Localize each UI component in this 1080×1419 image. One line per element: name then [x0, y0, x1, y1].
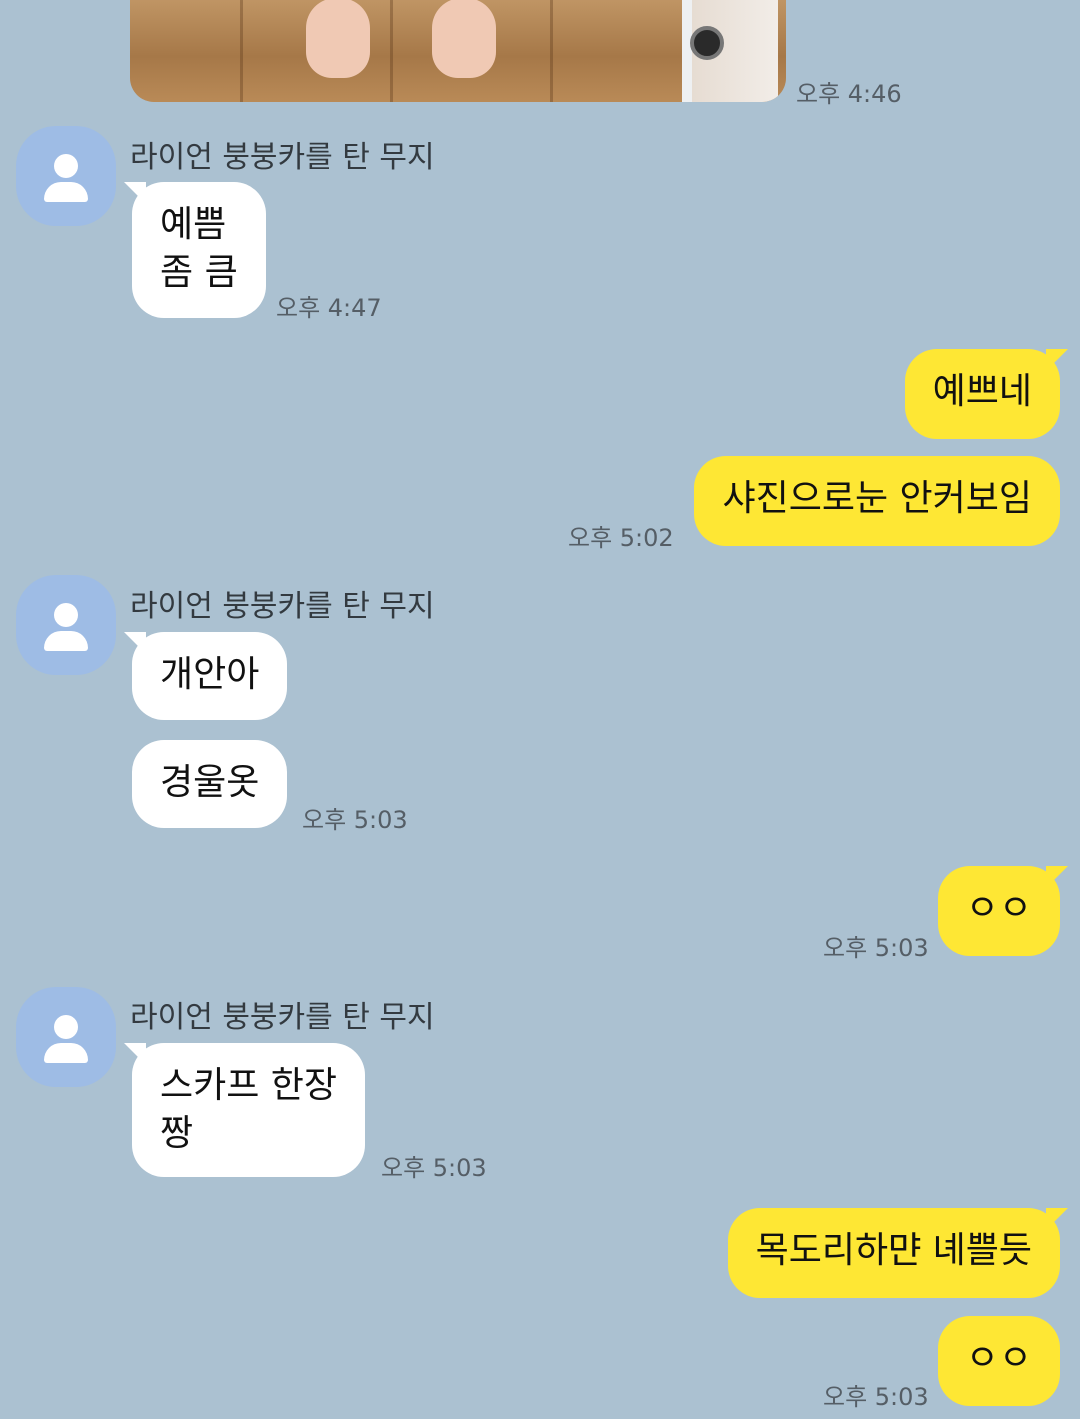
- message-time: 오후 5:03: [823, 934, 929, 962]
- avatar-person-icon: [44, 182, 88, 202]
- photo-floor-plank: [550, 0, 553, 102]
- message-text: 개안아: [160, 654, 260, 695]
- avatar-person-icon: [54, 603, 78, 627]
- chat-view[interactable]: 오후 4:46 라이언 붕붕카를 탄 무지 예쁨 좀 큼 오후 4:47 예쁘네…: [0, 0, 1080, 1419]
- message-text: 목도리하먄 녜쁠듯: [755, 1230, 1032, 1271]
- message-text: ㅇㅇ: [965, 888, 1032, 929]
- avatar-person-icon: [54, 1015, 78, 1039]
- message-line: 좀 큼: [160, 252, 238, 293]
- incoming-message-bubble[interactable]: 경울옷: [132, 740, 288, 828]
- incoming-message-bubble[interactable]: 개안아: [123, 632, 288, 720]
- avatar-person-icon: [44, 1043, 88, 1063]
- message-time: 오후 5:03: [823, 1383, 929, 1411]
- sender-name: 라이언 붕붕카를 탄 무지: [130, 589, 435, 624]
- outgoing-message-bubble[interactable]: 예쁘네: [904, 349, 1069, 439]
- message-time: 오후 5:02: [568, 524, 674, 552]
- profile-avatar[interactable]: [16, 126, 116, 226]
- profile-avatar[interactable]: [16, 575, 116, 675]
- outgoing-message-bubble[interactable]: ㅇㅇ: [937, 1316, 1060, 1406]
- outgoing-message-bubble[interactable]: 목도리하먄 녜쁠듯: [727, 1208, 1069, 1298]
- photo-floor-plank: [240, 0, 243, 102]
- sender-name: 라이언 붕붕카를 탄 무지: [130, 140, 435, 175]
- sender-name: 라이언 붕붕카를 탄 무지: [130, 1000, 435, 1035]
- outgoing-message-bubble[interactable]: 샤진으로눈 안커보임: [694, 456, 1060, 546]
- message-text: 샤진으로눈 안커보임: [722, 478, 1032, 519]
- message-text: 예쁘네: [932, 371, 1032, 412]
- message-line: 예쁨: [160, 204, 227, 245]
- message-time: 오후 5:03: [381, 1154, 487, 1182]
- avatar-person-icon: [54, 154, 78, 178]
- photo-floor-plank: [390, 0, 393, 102]
- profile-avatar[interactable]: [16, 987, 116, 1087]
- message-text: 경울옷: [160, 762, 260, 803]
- photo-message[interactable]: [130, 0, 786, 102]
- incoming-message-bubble[interactable]: 스카프 한장 짱: [123, 1043, 366, 1177]
- message-text: ㅇㅇ: [965, 1338, 1032, 1379]
- message-time: 오후 5:03: [302, 806, 408, 834]
- photo-foot: [306, 0, 370, 78]
- avatar-person-icon: [44, 631, 88, 651]
- message-line: 스카프 한장: [160, 1065, 338, 1106]
- incoming-message-bubble[interactable]: 예쁨 좀 큼: [124, 182, 266, 318]
- message-line: 짱: [160, 1113, 194, 1154]
- message-time: 오후 4:47: [276, 294, 382, 322]
- message-time: 오후 4:46: [796, 80, 902, 108]
- photo-wheel: [690, 26, 724, 60]
- photo-foot: [432, 0, 496, 78]
- outgoing-message-bubble[interactable]: ㅇㅇ: [937, 866, 1069, 956]
